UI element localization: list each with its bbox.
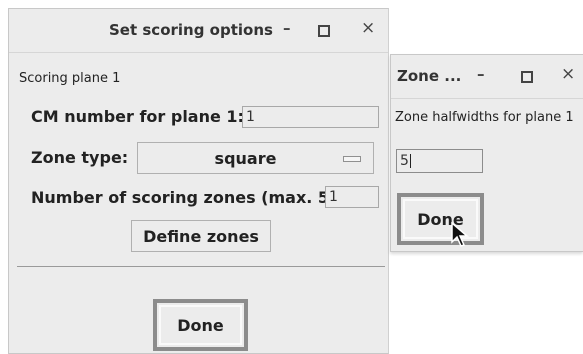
halfwidth-field[interactable]: 5 (396, 149, 483, 173)
scoring-plane-label: Scoring plane 1 (19, 71, 121, 86)
zone-type-menu[interactable]: square (137, 142, 374, 174)
zone-halfwidths-label: Zone halfwidths for plane 1 (395, 110, 574, 125)
close-icon[interactable]: × (361, 18, 375, 38)
dialog2-done-button[interactable]: Done (397, 193, 484, 245)
dialog1-done-button[interactable]: Done (153, 299, 248, 351)
minimize-icon[interactable]: – (477, 65, 485, 83)
zone-type-label: Zone type: (31, 148, 129, 167)
halfwidth-value: 5 (400, 153, 409, 169)
separator (17, 266, 385, 267)
num-zones-label: Number of scoring zones (max. 5: (31, 188, 336, 207)
cm-number-label: CM number for plane 1: (31, 107, 244, 126)
close-icon[interactable]: × (561, 64, 575, 84)
dialog2-titlebar[interactable]: Zone ... – × (391, 55, 583, 99)
num-zones-field[interactable]: 1 (325, 186, 379, 208)
maximize-icon[interactable] (318, 25, 330, 37)
text-cursor (409, 154, 411, 168)
set-scoring-options-dialog: Set scoring options – × Scoring plane 1 … (8, 8, 389, 354)
zone-halfwidths-dialog: Zone ... – × Zone halfwidths for plane 1… (390, 54, 583, 252)
option-menu-indicator-icon (343, 156, 361, 162)
zone-type-value: square (214, 148, 277, 168)
dialog1-done-label: Done (159, 305, 242, 345)
dialog1-titlebar[interactable]: Set scoring options – × (9, 9, 388, 53)
dialog2-title: Zone ... (397, 67, 462, 85)
mouse-pointer-icon (451, 222, 470, 247)
define-zones-button[interactable]: Define zones (131, 220, 271, 252)
minimize-icon[interactable]: – (283, 19, 291, 37)
cm-number-field[interactable]: 1 (242, 106, 379, 128)
dialog1-title: Set scoring options (109, 21, 273, 39)
maximize-icon[interactable] (521, 71, 533, 83)
